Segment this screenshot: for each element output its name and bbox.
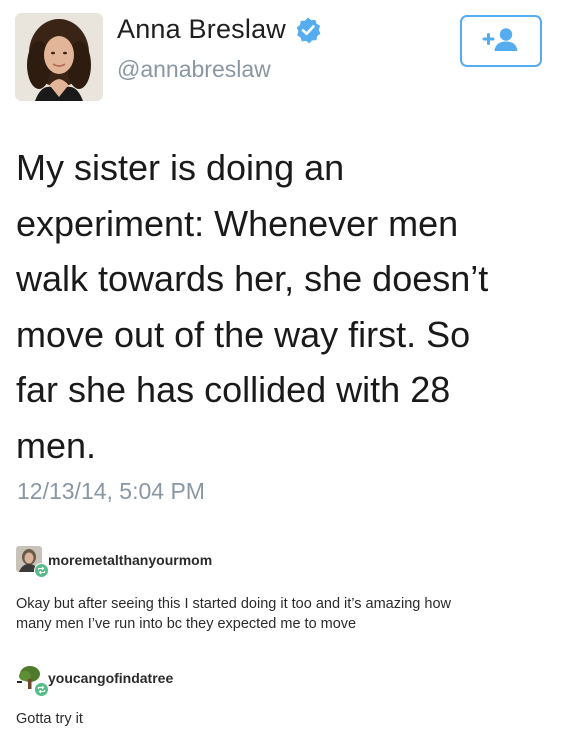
reply-item: youcangofindatree Gotta try it <box>0 656 564 736</box>
reply-avatar[interactable] <box>16 546 49 578</box>
tweet-text-line: My sister is doing an <box>16 147 345 188</box>
tweet-text-line: move out of the way first. So <box>16 313 471 355</box>
reply-text-line: Okay but after seeing this I started doi… <box>16 596 451 612</box>
tweet-text-line: walk towards her, she doesn’t <box>16 258 489 299</box>
tweet-text-line: experiment: Whenever men <box>16 202 459 244</box>
reply-item: moremetalthanyourmom Okay but after seei… <box>0 536 564 636</box>
reply-username[interactable]: moremetalthanyourmom <box>48 552 212 568</box>
reblog-icon <box>34 563 49 578</box>
tweet-text-line: far she has collided with 28 <box>16 369 451 410</box>
tweet-card: Anna Breslaw @annabreslaw My sister is d… <box>0 0 564 528</box>
author-handle[interactable]: @annabreslaw <box>117 56 271 83</box>
tweet-timestamp[interactable]: 12/13/14, 5:04 PM <box>17 478 205 505</box>
reblog-icon <box>34 682 49 697</box>
reply-avatar[interactable] <box>16 665 49 697</box>
tweet-text-line: men. <box>16 424 97 466</box>
reply-text-line: many men I’ve run into bc they expected … <box>16 616 357 632</box>
reply-text: Okay but after seeing this I started doi… <box>16 594 546 634</box>
reply-text-line: Gotta try it <box>16 711 83 727</box>
follow-button[interactable] <box>460 15 542 67</box>
author-avatar[interactable] <box>15 13 103 101</box>
reply-username[interactable]: youcangofindatree <box>48 670 173 686</box>
author-name[interactable]: Anna Breslaw <box>117 14 322 45</box>
verified-badge-icon <box>294 16 322 44</box>
author-name-text[interactable]: Anna Breslaw <box>117 14 286 45</box>
add-user-icon <box>481 26 521 57</box>
tweet-text: My sister is doing an experiment: Whenev… <box>16 140 552 473</box>
reply-text: Gotta try it <box>16 709 546 729</box>
